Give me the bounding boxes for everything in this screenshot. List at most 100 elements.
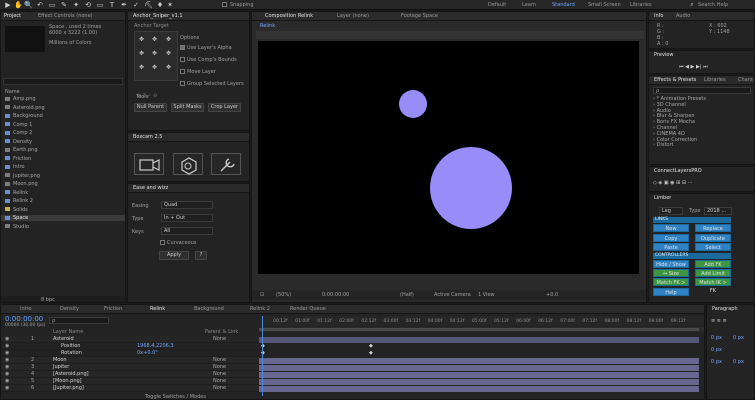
tab-character[interactable]: Chara [735,76,754,85]
col-layer-name[interactable]: Layer Name [53,329,83,335]
project-item[interactable]: Background [1,113,125,119]
exposure-value[interactable]: +0.0 [546,292,558,298]
project-item[interactable]: Space [1,215,125,221]
comp-breadcrumb[interactable]: Relink [260,23,275,29]
tab-boxcam[interactable]: Boxcam 2.5 [130,133,165,142]
column-name[interactable]: Name [5,89,20,95]
view-select[interactable]: 1 View [478,292,495,298]
eraser-tool-icon[interactable]: ⛏ [144,1,153,9]
links-new-button[interactable]: New [653,224,689,232]
timeline-ruler[interactable]: 00:12f 01:00f 01:12f 02:00f 02:12f 03:00f 03:1… [259,316,704,326]
timeline-layer-row[interactable]: ◉ 1 Asteroid None [1,336,259,343]
work-area-bar[interactable] [259,327,704,332]
bpc-label[interactable]: 8 bpc [41,297,55,302]
property-value[interactable]: 1968.4,2206.3 [137,343,174,350]
property-value[interactable]: 0x+0.0° [137,350,158,357]
add-limit-button[interactable]: Add Limit [695,269,731,277]
add-fk-button[interactable]: Add FK [695,260,731,268]
layer-name[interactable]: [Moon.png] [53,378,82,385]
layer-duration-bar[interactable] [259,344,699,350]
object-add-button[interactable] [173,153,203,175]
zoom-tool-icon[interactable]: 🔍 [24,1,33,9]
camera-select[interactable]: Active Camera [434,292,471,298]
timeline-search-input[interactable]: ρ [49,317,109,324]
help-button[interactable]: ? [195,251,207,260]
anchor-tc-icon[interactable]: ✥ [152,36,157,43]
layer-name[interactable]: Jupiter [53,364,69,371]
anchor-br-icon[interactable]: ✥ [166,64,171,71]
tab-libraries[interactable]: Libraries [701,76,729,85]
moon-circle[interactable] [399,90,427,118]
links-paste-button[interactable]: Paste [653,243,689,251]
anchor-ml-icon[interactable]: ✥ [139,50,144,57]
layer-duration-bar[interactable] [259,336,699,343]
project-item[interactable]: Studio [1,224,125,230]
hand-tool-icon[interactable]: ✋ [14,1,23,9]
project-item[interactable]: Intro [1,164,125,170]
tab-limber[interactable]: Limber [651,194,674,203]
type-select[interactable]: In + Out [161,214,213,222]
tab-layer[interactable]: Layer (none) [334,12,372,21]
effects-search-input[interactable]: ρ [653,87,751,94]
move-layer-checkbox[interactable] [180,69,185,74]
timeline-timecode[interactable]: 0:00:00:00 [5,315,43,323]
match-fk-ik-button[interactable]: Match FK > IK [653,278,689,294]
split-masks-button[interactable]: Split Masks [171,103,204,112]
leg-select[interactable]: Leg [659,207,683,215]
brush-tool-icon[interactable]: ✒ [120,1,128,9]
effects-item[interactable]: › Distort [653,142,751,148]
tab-intro[interactable]: Intro [17,305,35,314]
keyframe-icon[interactable]: ◆ [369,350,373,356]
parent-select[interactable]: None [213,378,226,385]
eye-icon[interactable]: ◉ [5,371,9,378]
layer-name[interactable]: Moon [53,357,67,364]
anchor-tr-icon[interactable]: ✥ [166,36,171,43]
layer-name[interactable]: Position [61,343,80,350]
tab-preview[interactable]: Preview [651,51,676,60]
workspace-learn[interactable]: Learn [522,2,536,8]
workspace-libraries[interactable]: Libraries [630,2,652,8]
zoom-select[interactable]: (50%) [276,292,291,298]
apply-button[interactable]: Apply [159,251,189,260]
links-select-button[interactable]: Select [695,243,731,251]
resolution-select[interactable]: (Half) [400,292,414,298]
curvaceous-checkbox[interactable] [160,240,165,245]
tab-composition[interactable]: Composition Relink [262,12,316,21]
roto-tool-icon[interactable]: ♦ [156,1,164,9]
project-item[interactable]: Friction [1,156,125,162]
anchor-mc-icon[interactable]: ✥ [152,50,157,57]
jupiter-circle[interactable] [430,147,512,229]
settings-button[interactable] [211,153,241,175]
layer-name[interactable]: Rotation [61,350,82,357]
workspace-standard[interactable]: Standard [552,2,575,8]
clone-tool-icon[interactable]: ✓ [132,1,140,9]
tab-relink[interactable]: Relink [147,305,168,314]
pin-tool-icon[interactable]: ✶ [166,1,174,9]
anchor-bc-icon[interactable]: ✥ [152,64,157,71]
eye-icon[interactable]: ◉ [5,343,9,350]
camera-add-button[interactable] [134,153,164,175]
limber-help-button[interactable]: Help [653,288,689,296]
eye-icon[interactable]: ◉ [5,378,9,385]
project-item[interactable]: Amp.png [1,96,125,102]
paragraph-align-icons[interactable]: ≡ ≡ ≡ [711,318,727,324]
comp-timecode[interactable]: 0:00:00:00 [322,292,349,298]
tab-info[interactable]: Info [651,12,666,21]
parent-select[interactable]: None [213,357,226,364]
space-before-value[interactable]: 0 px [711,359,722,365]
workspace-default[interactable]: Default [488,2,506,8]
keys-select[interactable]: All [161,227,213,235]
tab-render-queue[interactable]: Render Queue [287,305,329,314]
parent-select[interactable]: None [213,336,226,343]
tab-project[interactable]: Project [1,12,24,21]
layer-duration-bar[interactable] [259,378,699,385]
timeline-layer-row[interactable]: ◉ 6 [Jupiter.png] None [1,385,259,392]
selection-tool-icon[interactable]: ▶ [4,1,12,9]
rotate-tool-icon[interactable]: ↶ [36,1,44,9]
eye-icon[interactable]: ◉ [5,364,9,371]
anchor-tl-icon[interactable]: ✥ [139,36,144,43]
tab-audio[interactable]: Audio [673,12,693,21]
use-layer-alpha-checkbox[interactable] [180,45,185,50]
parent-select[interactable]: None [213,364,226,371]
keyframe-icon[interactable]: ◆ [369,343,373,349]
